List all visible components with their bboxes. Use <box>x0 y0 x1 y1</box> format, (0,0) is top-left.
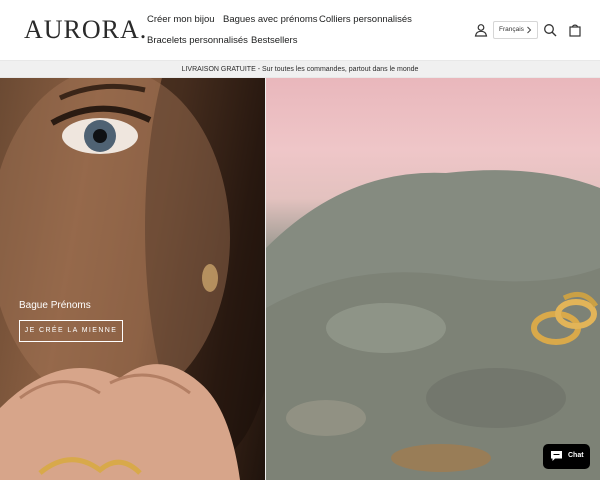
hero-image-ring <box>266 78 600 480</box>
nav-item-colliers-personnalises[interactable]: Colliers personnalisés <box>319 14 412 25</box>
cart-icon[interactable] <box>568 23 582 37</box>
language-select-value: Français <box>499 26 524 33</box>
hero-caption: Bague Prénoms <box>19 300 91 311</box>
nav-item-bracelets-personnalises[interactable]: Bracelets personnalisés <box>147 35 248 46</box>
nav-item-creer-mon-bijou[interactable]: Créer mon bijou <box>147 14 215 25</box>
chevron-right-icon <box>525 25 533 35</box>
chat-button[interactable]: Chat <box>543 444 590 469</box>
chat-label: Chat <box>568 452 584 459</box>
hero-cta-button[interactable]: JE CRÉE LA MIENNE <box>19 320 123 342</box>
hero-section: Bague Prénoms JE CRÉE LA MIENNE <box>0 78 600 480</box>
site-header: AURORA. Créer mon bijou Bagues avec prén… <box>0 0 600 60</box>
hero-image-model <box>0 78 265 480</box>
nav-item-bestsellers[interactable]: Bestsellers <box>251 35 297 46</box>
announcement-bar: LIVRAISON GRATUITE - Sur toutes les comm… <box>0 60 600 78</box>
account-icon[interactable] <box>474 23 488 37</box>
language-select[interactable]: Français <box>493 21 538 39</box>
search-icon[interactable] <box>543 23 557 37</box>
nav-item-bagues-avec-prenoms[interactable]: Bagues avec prénoms <box>223 14 318 25</box>
chat-bubble-icon <box>550 450 563 462</box>
site-logo[interactable]: AURORA. <box>24 15 147 45</box>
